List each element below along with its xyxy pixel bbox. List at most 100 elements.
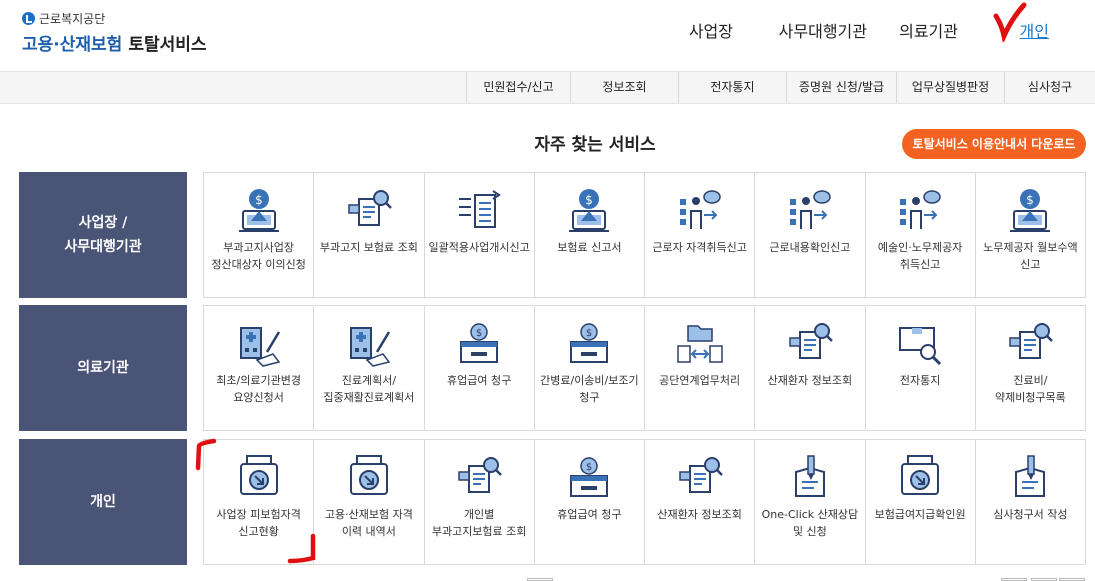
service-tile-label: 산재환자 정보조회 — [767, 374, 853, 387]
service-tile[interactable]: 심사청구서 작성 — [975, 440, 1085, 564]
service-tile-label: 근로자 자격취득신고 — [652, 241, 747, 254]
service-tile[interactable]: 최초/의료기관변경 요양신청서 — [204, 306, 315, 430]
category-label: 의료기관 — [19, 305, 187, 431]
svg-text:$: $ — [255, 193, 263, 207]
service-tile[interactable]: 근로자 자격취득신고 — [645, 173, 756, 297]
service-tile-label: 노무제공자 월보수액 신고 — [983, 241, 1078, 271]
subnav-info-inquiry[interactable]: 정보조회 — [570, 72, 678, 103]
coin-box-icon: $ — [563, 318, 615, 368]
service-tile-label: 보험료 신고서 — [557, 241, 622, 254]
service-tile-label: 보험급여지급확인원 — [874, 508, 966, 521]
document-search-icon — [784, 318, 836, 368]
subnav-civil-report[interactable]: 민원접수/신고 — [466, 72, 570, 103]
service-tile-label: 심사청구서 작성 — [993, 508, 1068, 521]
red-bracket-annotation — [287, 533, 316, 564]
service-tile[interactable]: $ 휴업급여 청구 — [424, 306, 535, 430]
coin-box-icon: $ — [453, 318, 505, 368]
person-chat-icon — [894, 185, 946, 235]
service-tile-label: 간병료/이송비/보조기 청구 — [540, 374, 639, 404]
service-tile[interactable]: 부과고지 보험료 조회 — [314, 173, 425, 297]
subnav-disease-judgment[interactable]: 업무상질병판정 — [896, 72, 1004, 103]
service-row-business: 사업장 / 사무대행기관 $ 부과고지사업장 정산대상자 이의신청 부과고지 보험료 조… — [19, 172, 1086, 298]
service-tile[interactable]: 전자통지 — [865, 306, 976, 430]
service-tile-label: 최초/의료기관변경 요양신청서 — [216, 374, 301, 404]
service-tile[interactable]: $ 노무제공자 월보수액 신고 — [975, 173, 1085, 297]
coin-monitor-icon: $ — [1004, 185, 1056, 235]
service-tile[interactable]: $ 부과고지사업장 정산대상자 이의신청 — [204, 173, 315, 297]
svg-text:$: $ — [586, 328, 592, 339]
category-label: 사업장 / 사무대행기관 — [19, 172, 187, 298]
printer-doc-icon — [894, 452, 946, 502]
document-search-icon — [343, 185, 395, 235]
service-grid: 최초/의료기관변경 요양신청서 진료계획서/집중재활진료계획서 $ 휴업급여 청구 $ 간… — [203, 305, 1086, 431]
service-row-personal: 개인 사업장 피보험자격 신고현황 고용·산재보험 자격 이력 내역서 개인별 부과고… — [19, 439, 1086, 565]
hospital-docs-icon — [343, 318, 395, 368]
hospital-docs-icon — [233, 318, 285, 368]
service-tile[interactable]: One-Click 산재상담 및 신청 — [755, 440, 866, 564]
svg-text:$: $ — [476, 328, 482, 339]
document-list-icon — [453, 185, 505, 235]
printer-doc-icon — [343, 452, 395, 502]
document-search-icon — [1004, 318, 1056, 368]
guide-download-button[interactable]: 토탈서비스 이용안내서 다운로드 — [902, 129, 1086, 159]
service-tile[interactable]: 고용·산재보험 자격 이력 내역서 — [314, 440, 425, 564]
service-grid: $ 부과고지사업장 정산대상자 이의신청 부과고지 보험료 조회 일괄적용사업개시신고… — [203, 172, 1086, 298]
service-tile[interactable]: 산재환자 정보조회 — [645, 440, 756, 564]
category-label: 개인 — [19, 439, 187, 565]
service-tile[interactable]: 진료비/약제비청구목록 — [975, 306, 1085, 430]
service-tile[interactable]: 공단연계업무처리 — [645, 306, 756, 430]
org-name: 근로복지공단 — [22, 10, 207, 26]
service-tile[interactable]: 근로내용확인신고 — [755, 173, 866, 297]
subnav-certificate[interactable]: 증명원 신청/발급 — [786, 72, 896, 103]
service-tile[interactable]: 예술인·노무제공자 취득신고 — [865, 173, 976, 297]
red-bracket-annotation — [195, 438, 217, 471]
category-label-line: 개인 — [90, 494, 116, 510]
service-tile-label: 고용·산재보험 자격 이력 내역서 — [324, 508, 413, 538]
subnav-e-notice[interactable]: 전자통지 — [678, 72, 786, 103]
service-tile-label: 개인별 부과고지보험료 조회 — [431, 508, 527, 538]
service-tile-label: 전자통지 — [899, 374, 941, 387]
svg-text:$: $ — [586, 193, 594, 207]
service-tile-label: 부과고지 보험료 조회 — [319, 241, 418, 254]
printer-doc-icon — [233, 452, 285, 502]
service-tile[interactable]: $ 간병료/이송비/보조기 청구 — [534, 306, 645, 430]
nav-business[interactable]: 사업장 — [689, 18, 733, 42]
svg-text:$: $ — [1027, 193, 1035, 207]
service-tile-label: 공단연계업무처리 — [659, 374, 741, 387]
sub-nav: 민원접수/신고 정보조회 전자통지 증명원 신청/발급 업무상질병판정 심사청구 — [0, 71, 1095, 104]
person-chat-icon — [674, 185, 726, 235]
service-row-medical: 의료기관최초/의료기관변경 요양신청서 진료계획서/집중재활진료계획서 $ 휴업급여 … — [19, 305, 1086, 431]
document-search-icon — [453, 452, 505, 502]
nav-agency[interactable]: 사무대행기관 — [779, 18, 867, 42]
site-header: 근로복지공단 고용·산재보험 토탈서비스 사업장 사무대행기관 의료기관 개인 — [0, 0, 1095, 71]
red-check-annotation — [993, 2, 1027, 42]
subnav-appeal[interactable]: 심사청구 — [1004, 72, 1095, 103]
service-tile-label: 휴업급여 청구 — [557, 508, 622, 521]
service-tile[interactable]: 산재환자 정보조회 — [755, 306, 866, 430]
service-tile-label: 진료비/약제비청구목록 — [994, 374, 1066, 404]
service-tile[interactable]: 보험급여지급확인원 — [865, 440, 976, 564]
service-tile[interactable]: 일괄적용사업개시신고 — [424, 173, 535, 297]
nav-medical[interactable]: 의료기관 — [899, 18, 958, 42]
service-tile[interactable]: $ 휴업급여 청구 — [534, 440, 645, 564]
clipboard-pen-icon — [784, 452, 836, 502]
coin-monitor-icon: $ — [563, 185, 615, 235]
category-label-line: 의료기관 — [77, 360, 129, 376]
folder-exchange-icon — [674, 318, 726, 368]
coin-monitor-icon: $ — [233, 185, 285, 235]
service-tile[interactable]: 개인별 부과고지보험료 조회 — [424, 440, 535, 564]
svg-text:$: $ — [586, 462, 592, 473]
category-label-line: 사무대행기관 — [64, 239, 142, 255]
service-tile-label: One-Click 산재상담 및 신청 — [761, 508, 859, 538]
document-search-icon — [674, 452, 726, 502]
service-tile[interactable]: 진료계획서/집중재활진료계획서 — [314, 306, 425, 430]
category-label-line: 사업장 / — [78, 215, 128, 231]
person-chat-icon — [784, 185, 836, 235]
service-tile-label: 예술인·노무제공자 취득신고 — [877, 241, 963, 271]
service-tile-label: 산재환자 정보조회 — [657, 508, 742, 521]
service-tile-label: 진료계획서/집중재활진료계획서 — [323, 374, 415, 404]
service-tile[interactable]: $ 보험료 신고서 — [534, 173, 645, 297]
site-logo[interactable]: 근로복지공단 고용·산재보험 토탈서비스 — [22, 10, 207, 55]
service-tile-label: 근로내용확인신고 — [769, 241, 851, 254]
coin-box-icon: $ — [563, 452, 615, 502]
